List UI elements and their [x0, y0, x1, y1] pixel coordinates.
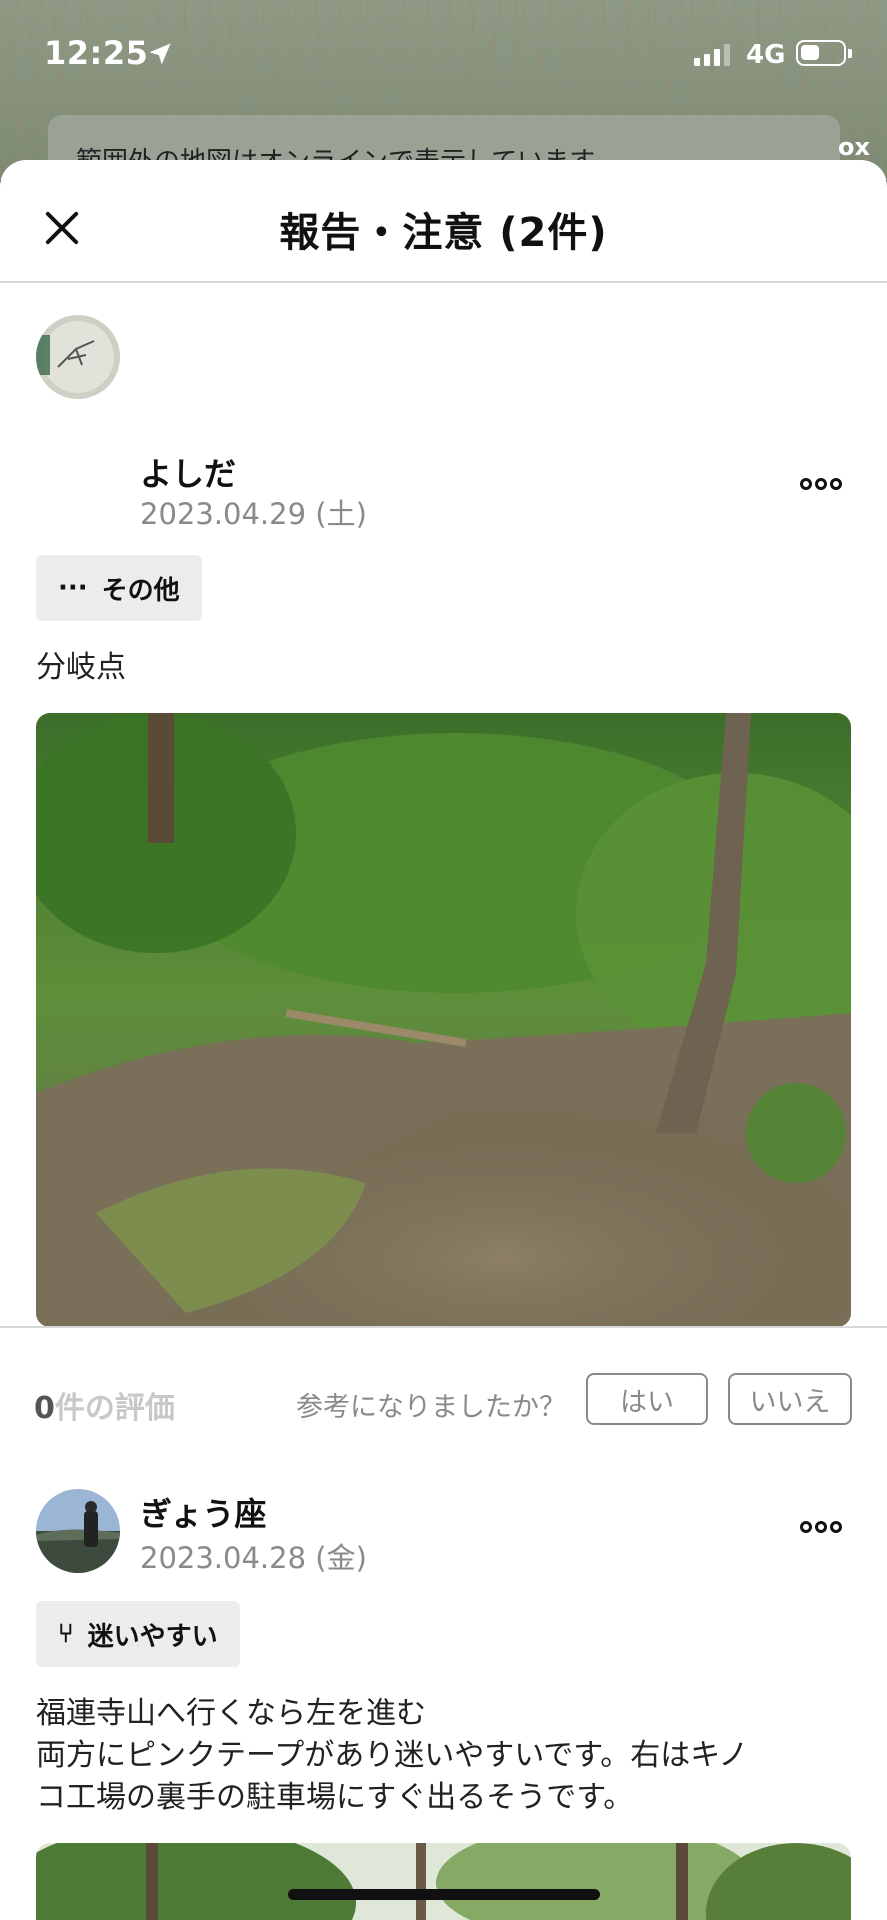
- status-time: 12:25: [44, 34, 149, 72]
- dot-icon: [815, 1521, 827, 1533]
- category-tag: ··· その他: [36, 555, 202, 621]
- battery-level: [801, 45, 819, 60]
- more-options-button[interactable]: [800, 478, 842, 490]
- dot-icon: [815, 478, 827, 490]
- report-text: 福連寺山へ行くなら左を進む 両方にピンクテープがあり迷いやすいです。右はキノ コ…: [36, 1693, 856, 1819]
- signal-bars-icon: [694, 44, 730, 66]
- home-indicator[interactable]: [288, 1889, 600, 1900]
- post-date: 2023.04.29 (土): [140, 497, 367, 531]
- dot-icon: [800, 1521, 812, 1533]
- forest-canopy-image: [36, 1843, 851, 1920]
- avatar-stone-image: [36, 315, 120, 399]
- status-bar: 12:25 4G: [0, 0, 887, 110]
- tag-label: その他: [101, 575, 180, 606]
- tag-label: 迷いやすい: [87, 1621, 218, 1652]
- user-name[interactable]: よしだ: [140, 449, 236, 495]
- dot-icon: [830, 1521, 842, 1533]
- sheet-header: 報告・注意 (2件): [0, 160, 887, 283]
- helpful-question: 参考になりましたか？: [296, 1392, 566, 1423]
- avatar[interactable]: [36, 315, 120, 399]
- report-photo[interactable]: [36, 1843, 851, 1920]
- report-text-line: 両方にピンクテープがあり迷いやすいです。右はキノ: [36, 1738, 749, 1773]
- report-text-line: コ工場の裏手の駐車場にすぐ出るそうです。: [36, 1780, 634, 1815]
- no-button[interactable]: いいえ: [728, 1373, 852, 1425]
- mapbox-logo: ox: [838, 133, 870, 161]
- rating-count: 0件の評価: [34, 1391, 175, 1426]
- avatar-hiker-image: [36, 1489, 120, 1573]
- report-text: 分岐点: [36, 650, 126, 685]
- post-date: 2023.04.28 (金): [140, 1541, 367, 1575]
- location-arrow-icon: [149, 43, 171, 65]
- report-photo[interactable]: [36, 713, 851, 1327]
- fork-lost-icon: ⑂: [58, 1619, 74, 1649]
- dot-icon: [830, 478, 842, 490]
- user-name[interactable]: ぎょう座: [140, 1489, 266, 1535]
- reports-sheet: 報告・注意 (2件) よしだ 2023.04.29 (土) ··· その他 分岐…: [0, 160, 887, 1920]
- more-options-button[interactable]: [800, 1521, 842, 1533]
- sheet-title: 報告・注意 (2件): [279, 210, 608, 256]
- report-divider: [0, 1326, 887, 1328]
- rating-row: 0件の評価 参考になりましたか？ はい いいえ: [0, 1373, 887, 1429]
- forest-trail-image: [36, 713, 851, 1327]
- battery-icon: [796, 40, 852, 66]
- avatar[interactable]: [36, 1489, 120, 1573]
- ellipsis-icon: ···: [58, 573, 88, 603]
- category-tag: ⑂ 迷いやすい: [36, 1601, 240, 1667]
- report-text-line: 福連寺山へ行くなら左を進む: [36, 1696, 426, 1731]
- yes-button[interactable]: はい: [586, 1373, 708, 1425]
- network-type: 4G: [746, 40, 786, 70]
- dot-icon: [800, 478, 812, 490]
